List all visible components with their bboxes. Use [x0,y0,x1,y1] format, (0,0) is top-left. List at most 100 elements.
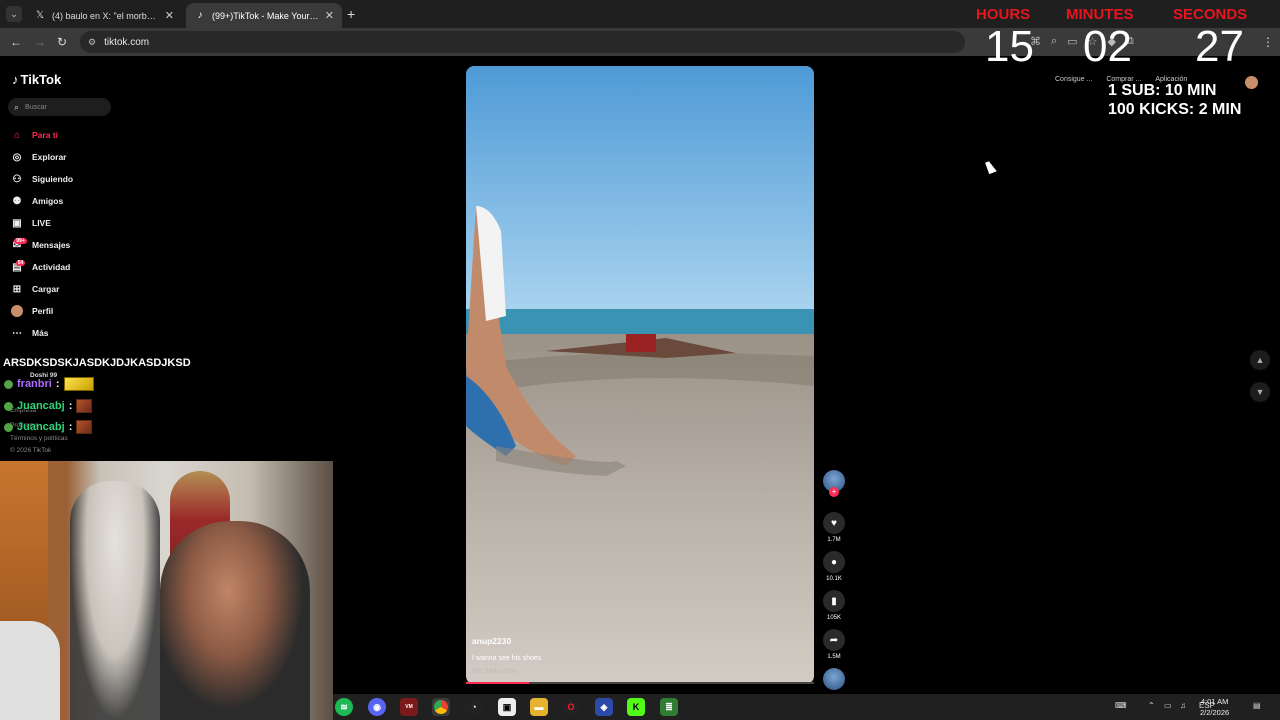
chat-emote-icon [63,377,94,391]
app-icon[interactable]: ◈ [595,698,613,716]
notification-badge: 99+ [14,237,27,244]
search-input[interactable]: ⌕ Buscar [8,98,111,116]
webcam-overlay [0,461,333,720]
bookmark-icon: ▮ [823,590,845,612]
capcut-icon[interactable]: ▣ [498,698,516,716]
chat-separator: : [68,421,73,433]
sidebar-item-actividad[interactable]: ▤ 54 Actividad [10,256,73,278]
sound-avatar [823,668,845,690]
video-progress-bar[interactable] [466,682,814,684]
stacks-icon[interactable]: ≣ [660,698,678,716]
browser-tab-tiktok[interactable]: ♪ (99+)TikTok - Make Your Day ✕ [186,3,342,28]
sidebar-item-amigos[interactable]: ⚉ Amigos [10,190,73,212]
tab-list-button[interactable]: ⌄ [6,6,22,22]
sidebar-item-label: Más [32,328,49,338]
bookmark-item[interactable]: Consigue ... [1055,76,1092,83]
sidebar-item-cargar[interactable]: ⊞ Cargar [10,278,73,300]
notifications-icon[interactable]: ▤ [1253,701,1261,710]
close-tab-icon[interactable]: ✕ [325,9,334,22]
search-icon: ⌕ [14,101,20,112]
taskbar-clock[interactable]: 4:01 AM 2/2/2026 [1200,696,1229,718]
tray-expand-icon[interactable]: ⌃ [1148,701,1155,710]
volume-icon[interactable]: ♫ [1180,701,1186,710]
video-author[interactable]: anup2230 [472,636,511,646]
chat-message: Juancabj : [4,399,93,413]
sidebar-item-siguiendo[interactable]: ⚇ Siguiendo [10,168,74,190]
video-frame-beach [466,66,814,684]
following-icon: ⚇ [12,173,22,185]
sidebar-item-perfil[interactable]: Perfil [10,300,73,322]
translate-link[interactable]: Ver traducción [472,668,517,675]
voicemeeter-icon[interactable]: VM [400,698,418,716]
activity-icon: ▤ 54 [12,259,26,273]
mouse-cursor [985,159,997,175]
close-tab-icon[interactable]: ✕ [165,9,174,22]
site-info-icon[interactable]: ⚙ [88,37,96,48]
browser-tab-x[interactable]: 𝕏 (4) baulo en X: "el morboso era ✕ [26,3,182,28]
chat-separator: : [68,400,73,412]
sidebar-item-label: LIVE [32,218,51,228]
sound-avatar-button[interactable] [822,668,846,690]
messages-icon: ✉ 99+ [12,237,27,251]
save-count: 105K [826,615,841,621]
share-count: 1.5M [827,654,841,660]
chat-message: Juancabj : [4,420,93,434]
chat-banner-text: ARSDKSDSKJASDKJDJKASDJKSD [3,357,191,369]
url-text: tiktok.com [104,36,150,48]
chevron-down-icon[interactable]: ▼ [1250,382,1270,402]
file-explorer-icon[interactable]: ▬ [530,698,548,716]
webcam-lamp [0,621,60,720]
forward-icon[interactable]: → [34,35,46,49]
windows-taskbar: ≋ ◉ VM ◔ ▣ ▬ O ◈ K ≣ ⌨ ⌃ ▭ ♫ ESP ▤ [333,694,1280,720]
keyboard-icon[interactable]: ⌨ [1115,701,1127,710]
save-button[interactable]: ▮ 105K [822,590,846,629]
sidebar-item-live[interactable]: ▣ LIVE [10,212,73,234]
new-tab-button[interactable]: + [347,6,355,22]
sidebar-item-para-ti[interactable]: ⌂ Para ti [10,124,73,146]
tab-title: (4) baulo en X: "el morboso era [52,10,159,21]
chrome-icon[interactable] [432,698,450,716]
follow-plus-icon[interactable]: + [829,487,839,497]
sidebar-item-mas[interactable]: ⋯ Más [10,322,73,344]
profile-avatar[interactable] [1245,76,1258,89]
clock-date: 2/2/2026 [1200,708,1230,717]
notification-badge: 54 [15,259,26,266]
tiktok-icon: ♪ [197,10,203,21]
sidebar-item-mensajes[interactable]: ✉ 99+ Mensajes [10,234,73,256]
discord-icon[interactable]: ◉ [368,698,386,716]
zoom-icon[interactable]: ⌕ [1051,35,1057,48]
video-player[interactable] [466,66,814,684]
chat-emote-icon [76,399,93,413]
network-icon[interactable]: ▭ [1164,701,1172,710]
home-icon: ⌂ [13,129,21,141]
spotify-icon[interactable]: ≋ [335,698,353,716]
chat-badge-icon [4,422,13,432]
tiktok-icon: ♪ [12,72,19,87]
cast-icon[interactable]: ▭ [1067,35,1077,48]
x-logo-icon: 𝕏 [35,10,45,21]
video-progress-fill [466,682,529,684]
opera-icon[interactable]: O [562,698,580,716]
chevron-up-icon[interactable]: ▲ [1250,350,1270,370]
timer-rules: 1 SUB: 10 MIN 100 KICKS: 2 MIN [1108,81,1241,119]
browser-menu-icon[interactable]: ⋮ [1262,35,1274,49]
logo-text: TikTok [20,72,62,87]
share-icon: ➦ [823,629,845,651]
tiktok-logo[interactable]: ♪ TikTok [12,72,61,87]
creator-avatar-button[interactable]: + [822,470,846,512]
sidebar-item-label: Amigos [32,196,64,206]
timer-minutes: 02 [1083,22,1132,71]
comment-button[interactable]: ● 10.1K [822,551,846,590]
sidebar-item-explorar[interactable]: ◎ Explorar [10,146,73,168]
like-button[interactable]: ♥ 1.7M [822,512,846,551]
obs-icon[interactable]: ◔ [465,698,483,716]
heart-icon: ♥ [823,512,845,534]
address-bar[interactable]: ⚙ tiktok.com [80,31,965,53]
back-icon[interactable]: ← [10,35,22,49]
reload-icon[interactable]: ↻ [57,35,67,49]
kick-icon[interactable]: K [627,698,645,716]
sidebar-item-label: Para ti [32,130,58,140]
share-button[interactable]: ➦ 1.5M [822,629,846,668]
footer-link[interactable]: Términos y políticas [10,435,68,442]
profile-avatar-icon [10,304,24,318]
